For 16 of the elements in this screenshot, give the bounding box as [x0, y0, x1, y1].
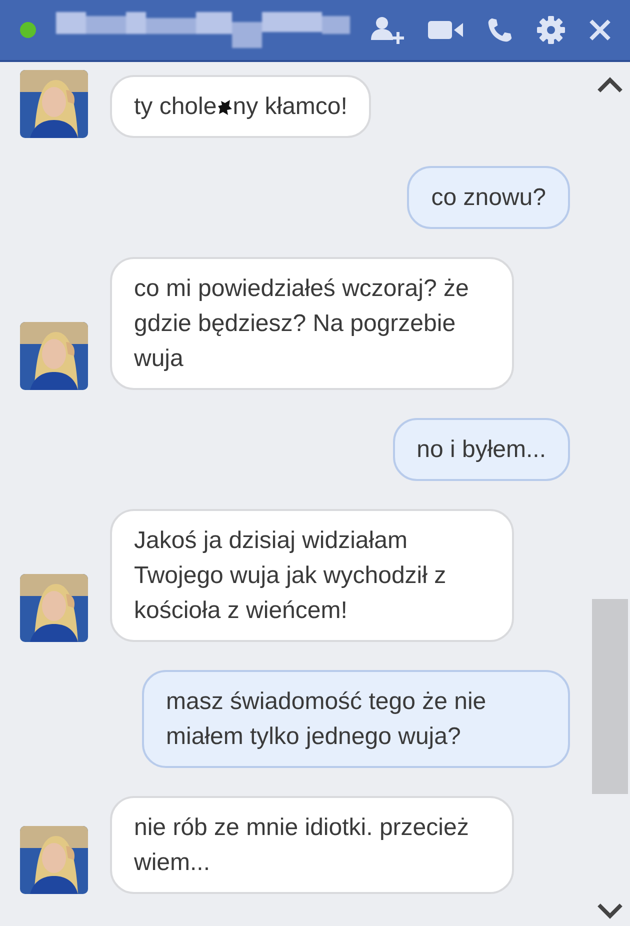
- message-text: masz świadomość tego że nie miałem tylko jednego wuja?: [166, 687, 488, 752]
- message-text: nie rób ze mnie idiotki. przecież wiem...: [134, 813, 470, 878]
- message-text: Jakoś ja dzisiaj widziałam Twojego wuja jak wychodził z kościoła z wieńcem!: [134, 526, 448, 626]
- scroll-up-icon[interactable]: [596, 76, 624, 94]
- message-text: ny kłamco!: [232, 92, 348, 122]
- message-text: co znowu?: [431, 183, 546, 213]
- scrollbar-thumb[interactable]: [592, 599, 628, 794]
- scroll-down-icon[interactable]: [596, 902, 624, 920]
- phone-icon[interactable]: [486, 16, 514, 44]
- video-camera-icon[interactable]: [428, 18, 464, 42]
- add-person-icon[interactable]: [370, 14, 406, 46]
- message-text: no i byłem...: [416, 435, 546, 465]
- settings-icon[interactable]: [536, 15, 566, 45]
- message-text: ty chole: [134, 92, 217, 122]
- close-icon[interactable]: [588, 18, 612, 42]
- message-text: co mi powiedziałeś wczoraj? że gdzie będziesz? Na pogrzebie wuja: [134, 274, 470, 374]
